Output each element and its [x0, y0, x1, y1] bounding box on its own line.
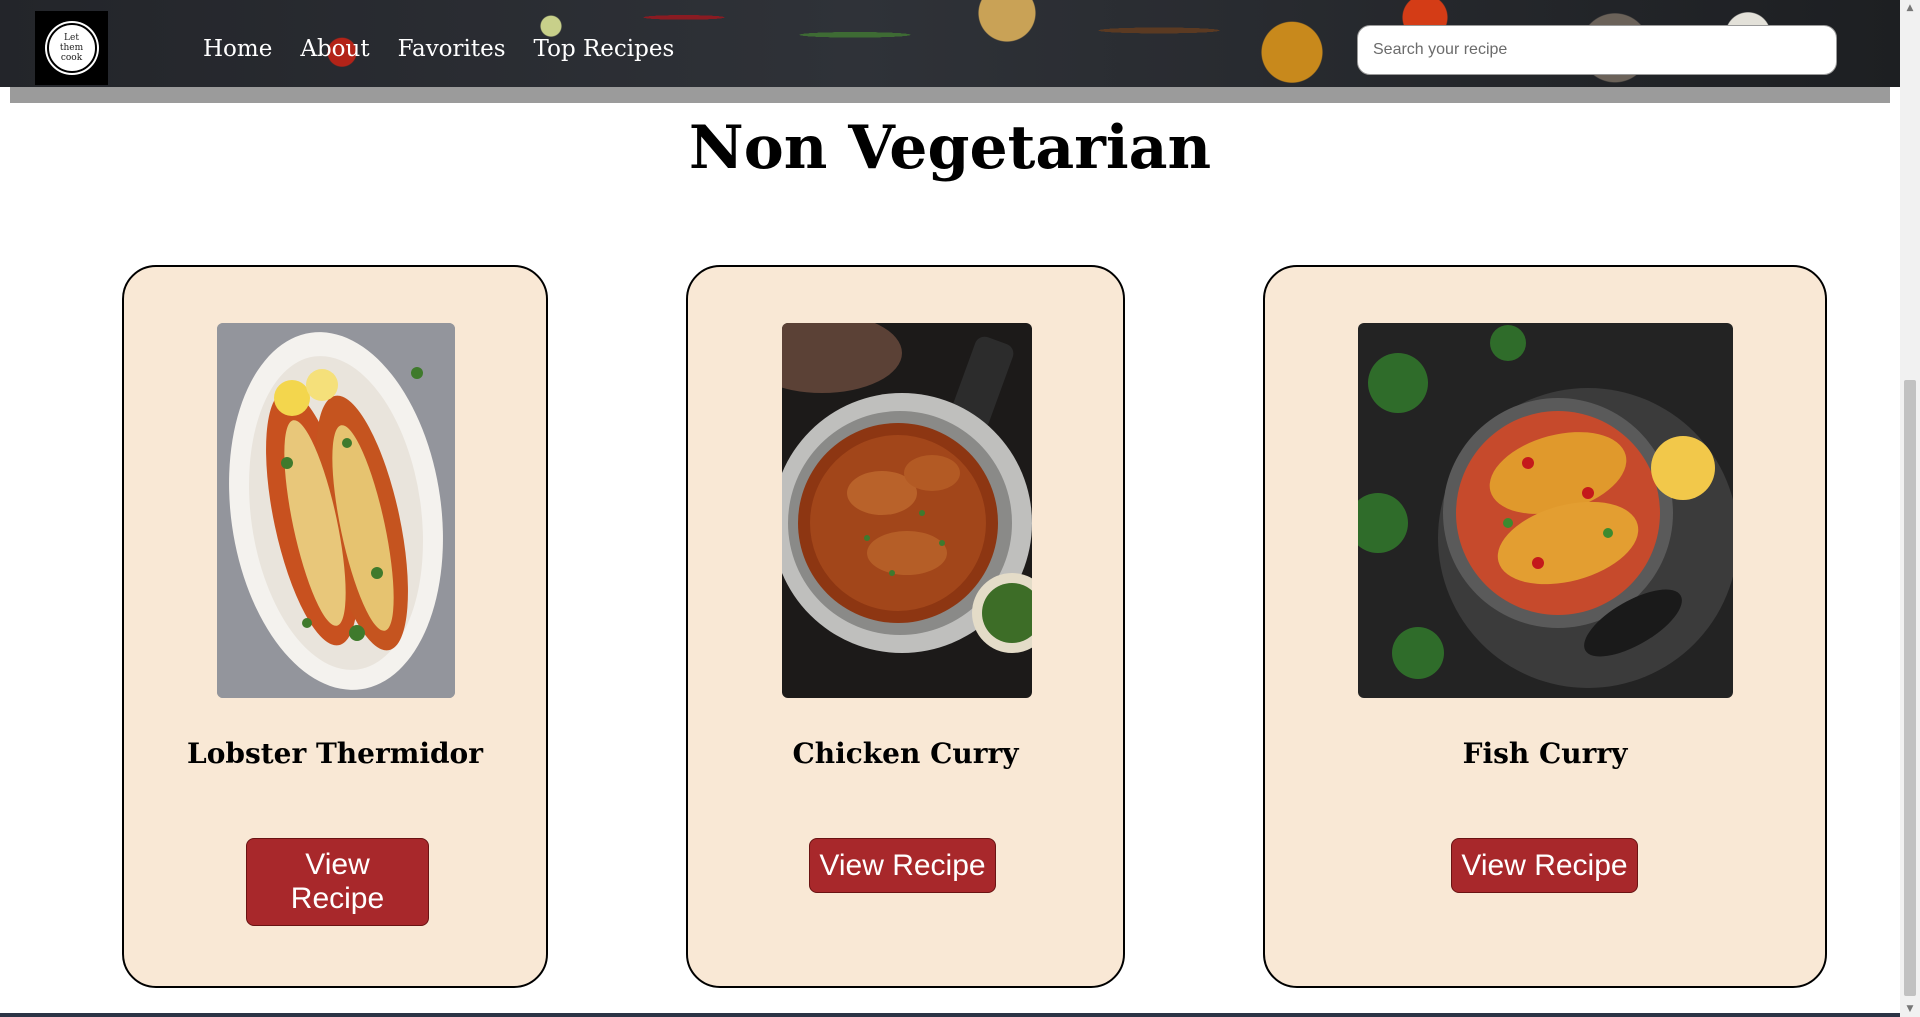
nav-favorites[interactable]: Favorites	[398, 33, 506, 65]
recipe-card-fish-curry: Fish Curry View Recipe	[1263, 265, 1827, 988]
site-logo[interactable]: Let them cook	[35, 11, 108, 85]
view-recipe-button[interactable]: View Recipe	[1451, 838, 1638, 893]
recipe-title: Lobster Thermidor	[187, 737, 483, 770]
view-recipe-button[interactable]: View Recipe	[809, 838, 996, 893]
nav-about[interactable]: About	[300, 33, 369, 65]
scroll-up-arrow-icon[interactable]: ▲	[1900, 0, 1920, 16]
scroll-down-arrow-icon[interactable]: ▼	[1900, 1001, 1920, 1017]
search-input[interactable]	[1357, 25, 1837, 75]
recipe-card-lobster-thermidor: Lobster Thermidor View Recipe	[122, 265, 548, 988]
recipe-card-chicken-curry: Chicken Curry View Recipe	[686, 265, 1125, 988]
logo-text: Let them cook	[46, 23, 97, 73]
scrollbar-thumb[interactable]	[1904, 380, 1916, 996]
main-nav: Home About Favorites Top Recipes	[203, 33, 702, 65]
page-title: Non Vegetarian	[688, 113, 1212, 183]
footer-edge	[0, 1013, 1900, 1017]
view-recipe-button[interactable]: View Recipe	[246, 838, 429, 926]
header-banner: Let them cook Home About Favorites Top R…	[0, 0, 1900, 87]
nav-top-recipes[interactable]: Top Recipes	[534, 33, 675, 65]
header-divider	[10, 87, 1890, 103]
lobster-dish-image[interactable]	[217, 323, 455, 698]
fish-curry-image[interactable]	[1358, 323, 1733, 698]
chicken-curry-image[interactable]	[782, 323, 1032, 698]
recipe-title: Chicken Curry	[792, 737, 1019, 770]
nav-home[interactable]: Home	[203, 33, 272, 65]
recipe-title: Fish Curry	[1462, 737, 1628, 770]
vertical-scrollbar[interactable]: ▲ ▼	[1900, 0, 1920, 1017]
